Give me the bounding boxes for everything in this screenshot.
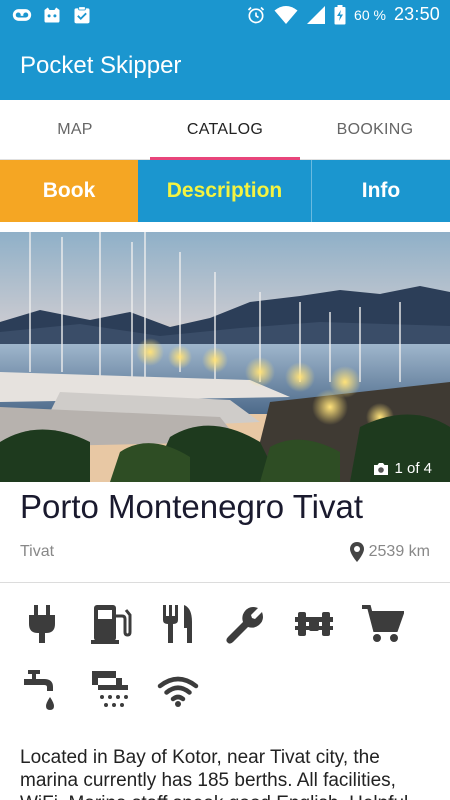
- wifi-icon: [274, 5, 298, 24]
- tab-map[interactable]: MAP: [0, 100, 150, 160]
- map-marker-icon: [349, 542, 364, 562]
- water-tap-icon: [20, 668, 64, 712]
- wifi-icon: [156, 668, 200, 712]
- voicemail-icon: [12, 9, 32, 21]
- distance: 2539 km: [349, 541, 430, 563]
- electricity-plug-icon: [20, 602, 64, 646]
- tab-booking[interactable]: BOOKING: [300, 100, 450, 160]
- shower-icon: [88, 668, 132, 712]
- clock: 23:50: [393, 4, 440, 24]
- shopping-cart-icon: [360, 602, 404, 646]
- system-status: 60 % 23:50: [246, 4, 440, 25]
- book-tab[interactable]: Book: [0, 160, 138, 222]
- marina-location: Tivat: [20, 543, 55, 560]
- tab-catalog[interactable]: CATALOG: [150, 100, 300, 160]
- battery-percentage: 60 %: [354, 6, 386, 23]
- main-tabs: MAP CATALOG BOOKING: [0, 100, 450, 160]
- info-tab[interactable]: Info: [312, 160, 450, 222]
- notification-icons: [12, 5, 92, 25]
- distance-value: 2539 km: [368, 543, 430, 560]
- marina-name: Porto Montenegro Tivat: [20, 488, 364, 525]
- restaurant-icon: [156, 602, 200, 646]
- photo-counter-text: 1 of 4: [394, 460, 432, 477]
- detail-tabs: Book Description Info: [0, 160, 450, 222]
- app-bar: Pocket Skipper: [0, 32, 450, 100]
- fuel-pump-icon: [88, 602, 132, 646]
- marina-description: Located in Bay of Kotor, near Tivat city…: [20, 747, 408, 800]
- signal-icon: [307, 5, 326, 24]
- battery-charging-icon: [334, 4, 346, 24]
- alarm-icon: [247, 6, 265, 23]
- status-bar: 60 % 23:50: [0, 0, 450, 32]
- description-tab[interactable]: Description: [138, 160, 312, 222]
- mooring-bollard-icon: [292, 602, 336, 646]
- marina-photo[interactable]: 1 of 4: [0, 232, 450, 482]
- repair-wrench-icon: [224, 602, 268, 646]
- clipboard-check-icon: [74, 6, 90, 24]
- marina-meta: Tivat 2539 km: [20, 540, 430, 564]
- divider: [0, 582, 450, 583]
- app-title: Pocket Skipper: [20, 52, 182, 79]
- cat-app-icon: [44, 7, 60, 23]
- camera-icon: [374, 462, 389, 475]
- marina-photo-image: [0, 232, 450, 482]
- photo-counter: 1 of 4: [373, 460, 432, 477]
